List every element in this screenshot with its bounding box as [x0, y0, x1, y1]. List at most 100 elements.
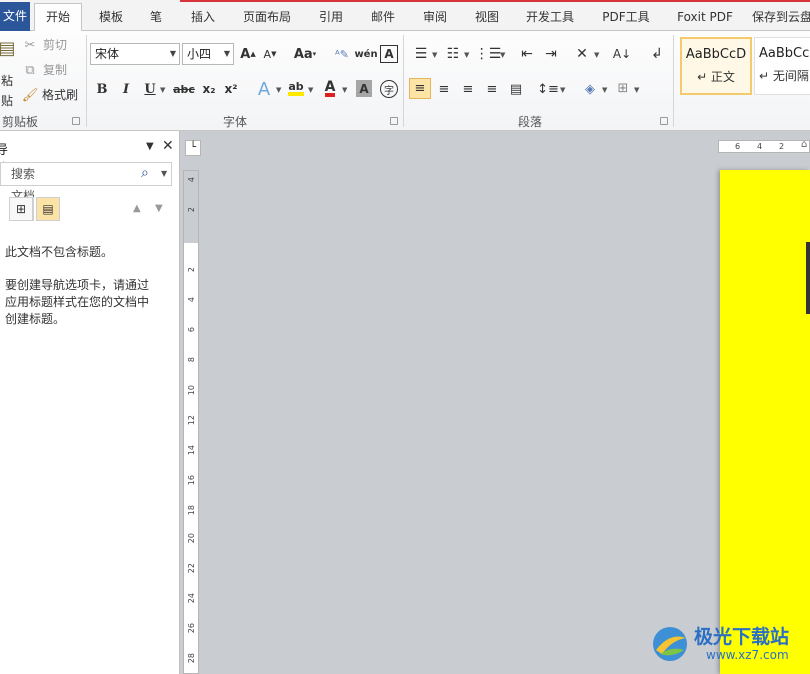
browse-pages-icon[interactable]: ⊞	[9, 197, 33, 221]
font-launcher-icon[interactable]	[390, 117, 398, 125]
distributed-button[interactable]: ▤	[506, 79, 526, 99]
tab-mailings[interactable]: 邮件	[360, 6, 406, 28]
chevron-down-icon[interactable]: ▼	[602, 86, 607, 94]
chevron-down-icon[interactable]: ▼	[342, 86, 347, 94]
tab-review[interactable]: 审阅	[412, 6, 458, 28]
align-left-button[interactable]: ≡	[409, 78, 431, 99]
font-name-value: 宋体	[95, 47, 120, 61]
show-marks-icon[interactable]: ↲	[648, 45, 666, 63]
italic-button[interactable]: I	[118, 80, 134, 98]
superscript-button[interactable]: x²	[222, 80, 240, 98]
bullets-icon[interactable]: ☰	[412, 45, 430, 63]
decrease-indent-icon[interactable]: ⇤	[518, 45, 536, 63]
previous-arrow-icon[interactable]: ▲	[133, 203, 141, 214]
font-size-combo[interactable]: 小四 ▼	[182, 43, 234, 65]
chinese-layout-icon[interactable]: ✕	[572, 45, 592, 63]
chevron-down-icon[interactable]: ▼	[161, 163, 167, 185]
font-color-icon[interactable]: A	[320, 79, 340, 99]
clear-formatting-icon[interactable]: ᴬ✎	[332, 45, 352, 63]
create-headings-help: 要创建导航选项卡，请通过应用标题样式在您的文档中创建标题。	[5, 278, 150, 326]
grow-font-icon[interactable]: A ▲	[240, 45, 256, 63]
close-icon[interactable]: ✕	[162, 138, 174, 154]
tab-save-to-cloud[interactable]: 保存到云盘	[752, 6, 810, 28]
justify-button[interactable]: ≡	[482, 79, 502, 99]
copy-button[interactable]: 复制	[40, 60, 70, 80]
chevron-down-icon[interactable]: ▼	[308, 86, 313, 94]
next-arrow-icon[interactable]: ▼	[155, 203, 163, 214]
underline-button[interactable]: U	[142, 80, 158, 98]
cut-icon: ✂	[24, 37, 36, 53]
no-headings-text: 此文档不包含标题。	[5, 245, 114, 259]
tab-template[interactable]: 模板	[88, 6, 134, 28]
group-divider	[86, 35, 87, 127]
align-center-button[interactable]: ≡	[434, 79, 454, 99]
character-shading-icon[interactable]: A	[356, 80, 372, 97]
indent-marker-icon[interactable]: ⌂	[801, 139, 807, 150]
chevron-down-icon[interactable]: ▼	[560, 86, 565, 94]
paste-button-label[interactable]: 粘贴	[0, 71, 14, 108]
search-icon[interactable]: ⌕	[141, 162, 149, 184]
chevron-down-icon[interactable]: ▼	[160, 86, 165, 94]
increase-indent-icon[interactable]: ⇥	[542, 45, 560, 63]
tab-home[interactable]: 开始	[34, 3, 82, 32]
sort-icon[interactable]: A↓	[612, 45, 632, 63]
format-painter-button[interactable]: 格式刷	[40, 85, 80, 105]
ruler-tick: 20	[187, 533, 196, 544]
change-case-icon[interactable]: Aa ▾	[292, 45, 318, 63]
line-spacing-icon[interactable]: ↕≡	[537, 79, 559, 99]
tab-view[interactable]: 视图	[464, 6, 510, 28]
style-no-spacing[interactable]: AaBbCcD ↵ 无间隔	[754, 37, 810, 95]
document-page[interactable]	[720, 170, 810, 674]
shading-icon[interactable]: ◈	[580, 79, 600, 99]
chevron-down-icon[interactable]: ▼	[432, 51, 437, 59]
watermark-brand: 极光下载站	[694, 626, 790, 648]
chevron-down-icon[interactable]: ▼	[500, 51, 505, 59]
borders-icon[interactable]: ⊞	[614, 79, 632, 97]
align-right-button[interactable]: ≡	[458, 79, 478, 99]
font-group-label: 字体	[222, 115, 247, 129]
font-name-combo[interactable]: 宋体 ▼	[90, 43, 180, 65]
cut-button[interactable]: 剪切	[40, 35, 70, 55]
style-normal[interactable]: AaBbCcD ↵ 正文	[680, 37, 752, 95]
paragraph-launcher-icon[interactable]	[660, 117, 668, 125]
ruler-tick: 2	[187, 207, 196, 213]
tab-developer[interactable]: 开发工具	[518, 6, 582, 28]
ruler-tick: 14	[187, 445, 196, 456]
enclose-characters-icon[interactable]: 字	[380, 80, 398, 98]
highlight-color-icon[interactable]: ab	[286, 79, 306, 99]
chevron-down-icon[interactable]: ▼	[464, 51, 469, 59]
tab-selector-icon[interactable]: └	[185, 140, 201, 156]
chevron-down-icon[interactable]: ▼	[634, 86, 639, 94]
tab-insert[interactable]: 插入	[180, 6, 226, 28]
subscript-button[interactable]: x₂	[200, 80, 218, 98]
clipboard-launcher-icon[interactable]	[72, 117, 80, 125]
browse-results-icon[interactable]: ▤	[36, 197, 60, 221]
ruler-tick: 2	[779, 142, 785, 151]
pane-options-icon[interactable]: ▼	[146, 141, 154, 152]
chevron-down-icon[interactable]: ▼	[594, 51, 599, 59]
ruler-tick: 6	[187, 327, 196, 333]
strikethrough-button[interactable]: abc	[172, 80, 196, 98]
tab-foxit-pdf[interactable]: Foxit PDF	[670, 6, 740, 28]
ruler-tick: 26	[187, 623, 196, 634]
multilevel-list-icon[interactable]: ⋮☰	[475, 45, 502, 63]
text-effects-icon[interactable]: A	[254, 79, 274, 100]
numbering-icon[interactable]: ☷	[444, 45, 462, 63]
clipboard-group-label: 剪贴板	[1, 115, 38, 129]
tab-references[interactable]: 引用	[308, 6, 354, 28]
ruler-tick: 10	[187, 385, 196, 396]
navigation-pane-header: 导航 ▼ ✕	[0, 138, 180, 177]
tab-pdf-tools[interactable]: PDF工具	[596, 6, 656, 28]
tab-page-layout[interactable]: 页面布局	[236, 6, 298, 28]
chevron-down-icon[interactable]: ▼	[276, 86, 281, 94]
tab-pen[interactable]: 笔	[140, 6, 172, 28]
phonetic-guide-icon[interactable]: wén	[354, 45, 377, 63]
tab-file[interactable]: 文件	[0, 2, 30, 31]
ribbon: ▤ 粘贴 ✂ 剪切 ⧉ 复制 🖌 格式刷 剪贴板 宋体 ▼ 小四 ▼ A ▲ A ▼…	[0, 31, 810, 131]
shrink-font-icon[interactable]: A ▼	[262, 45, 278, 63]
ribbon-tab-bar: 文件 开始 模板 笔 插入 页面布局 引用 邮件 审阅 视图 开发工具 PDF工…	[0, 0, 810, 32]
paste-icon[interactable]: ▤	[0, 35, 16, 61]
character-border-icon[interactable]: A	[380, 45, 398, 63]
search-document-field[interactable]: 搜索文档 ⌕ ▼	[0, 162, 172, 203]
bold-button[interactable]: B	[94, 80, 110, 98]
